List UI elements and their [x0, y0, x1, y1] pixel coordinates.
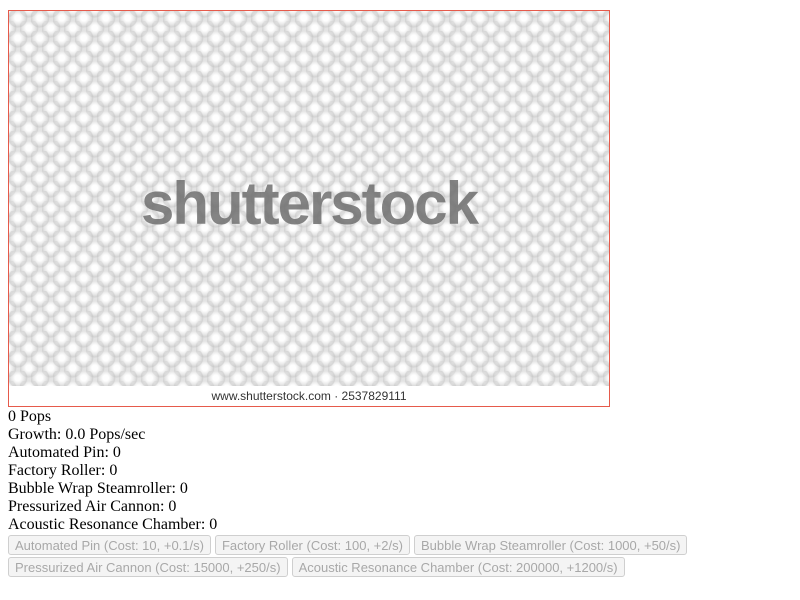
game-container: shutterstock www.shutterstock.com · 2537…: [8, 10, 788, 578]
upgrade-row-2: Pressurized Air Cannon (Cost: 15000, +25…: [8, 557, 788, 578]
bubble-wrap-image: [9, 11, 609, 386]
pops-counter: 0 Pops: [8, 408, 52, 425]
bubble-wrap-clicker[interactable]: shutterstock www.shutterstock.com · 2537…: [8, 10, 610, 407]
buy-factory-roller-button[interactable]: Factory Roller (Cost: 100, +2/s): [214, 535, 410, 555]
air-cannon-count: Pressurized Air Cannon: 0: [8, 498, 177, 515]
buy-air-cannon-button[interactable]: Pressurized Air Cannon (Cost: 15000, +25…: [8, 557, 288, 577]
steamroller-count: Bubble Wrap Steamroller: 0: [8, 480, 188, 497]
buy-automated-pin-button[interactable]: Automated Pin (Cost: 10, +0.1/s): [8, 535, 211, 555]
watermark-footer: www.shutterstock.com · 2537829111: [9, 386, 609, 406]
upgrade-row-1: Automated Pin (Cost: 10, +0.1/s) Factory…: [8, 535, 788, 556]
resonance-chamber-count: Acoustic Resonance Chamber: 0: [8, 516, 218, 533]
buy-resonance-chamber-button[interactable]: Acoustic Resonance Chamber (Cost: 200000…: [291, 557, 625, 577]
automated-pin-count: Automated Pin: 0: [8, 444, 121, 461]
stats-panel: 0 Pops Growth: 0.0 Pops/sec Automated Pi…: [8, 408, 788, 534]
factory-roller-count: Factory Roller: 0: [8, 462, 118, 479]
growth-rate: Growth: 0.0 Pops/sec: [8, 426, 146, 443]
buy-steamroller-button[interactable]: Bubble Wrap Steamroller (Cost: 1000, +50…: [413, 535, 688, 555]
